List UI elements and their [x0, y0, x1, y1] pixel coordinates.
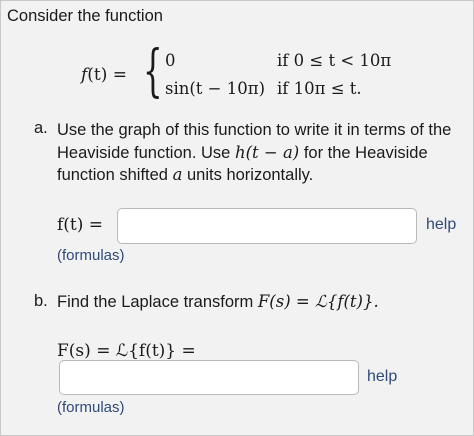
part-a-instructions: Use the graph of this function to write … [57, 119, 469, 187]
part-b-answer-label: F(s) = ℒ{f(t)} = [57, 341, 196, 361]
function-arg: (t) = [87, 65, 128, 85]
laplace-expression: F(s) = ℒ{f(t)}. [257, 292, 379, 311]
part-a-formulas-link[interactable]: (formulas) [57, 247, 125, 264]
left-brace: { [143, 39, 163, 104]
part-b-help-link[interactable]: help [367, 368, 397, 386]
case2-value: sin(t − 10π) [165, 79, 266, 98]
intro-text: Consider the function [7, 7, 163, 25]
part-a-answer-input[interactable] [117, 208, 417, 244]
case2-condition: if 10π ≤ t. [277, 79, 362, 98]
part-a-label: a. [34, 119, 48, 137]
case1-value: 0 [165, 51, 176, 70]
part-b-text: Find the Laplace transform [57, 293, 258, 311]
part-b-instructions: Find the Laplace transform F(s) = ℒ{f(t)… [57, 292, 379, 312]
piecewise-definition: f(t) = { 0 sin(t − 10π) if 0 ≤ t < 10π i… [81, 43, 421, 105]
part-a-answer-label: f(t) = [57, 215, 104, 235]
part-b-formulas-link[interactable]: (formulas) [57, 399, 125, 416]
shift-variable: a [172, 165, 183, 184]
part-b-answer-input[interactable] [59, 360, 359, 395]
case1-condition: if 0 ≤ t < 10π [277, 51, 392, 70]
part-b-label: b. [34, 292, 48, 310]
part-a-help-link[interactable]: help [426, 216, 456, 234]
heaviside-expression: h(t − a) [234, 142, 300, 162]
part-a-text-3: units horizontally. [182, 166, 314, 184]
problem-panel: Consider the function f(t) = { 0 sin(t −… [0, 0, 474, 436]
piecewise-lhs: f(t) = [81, 65, 127, 85]
